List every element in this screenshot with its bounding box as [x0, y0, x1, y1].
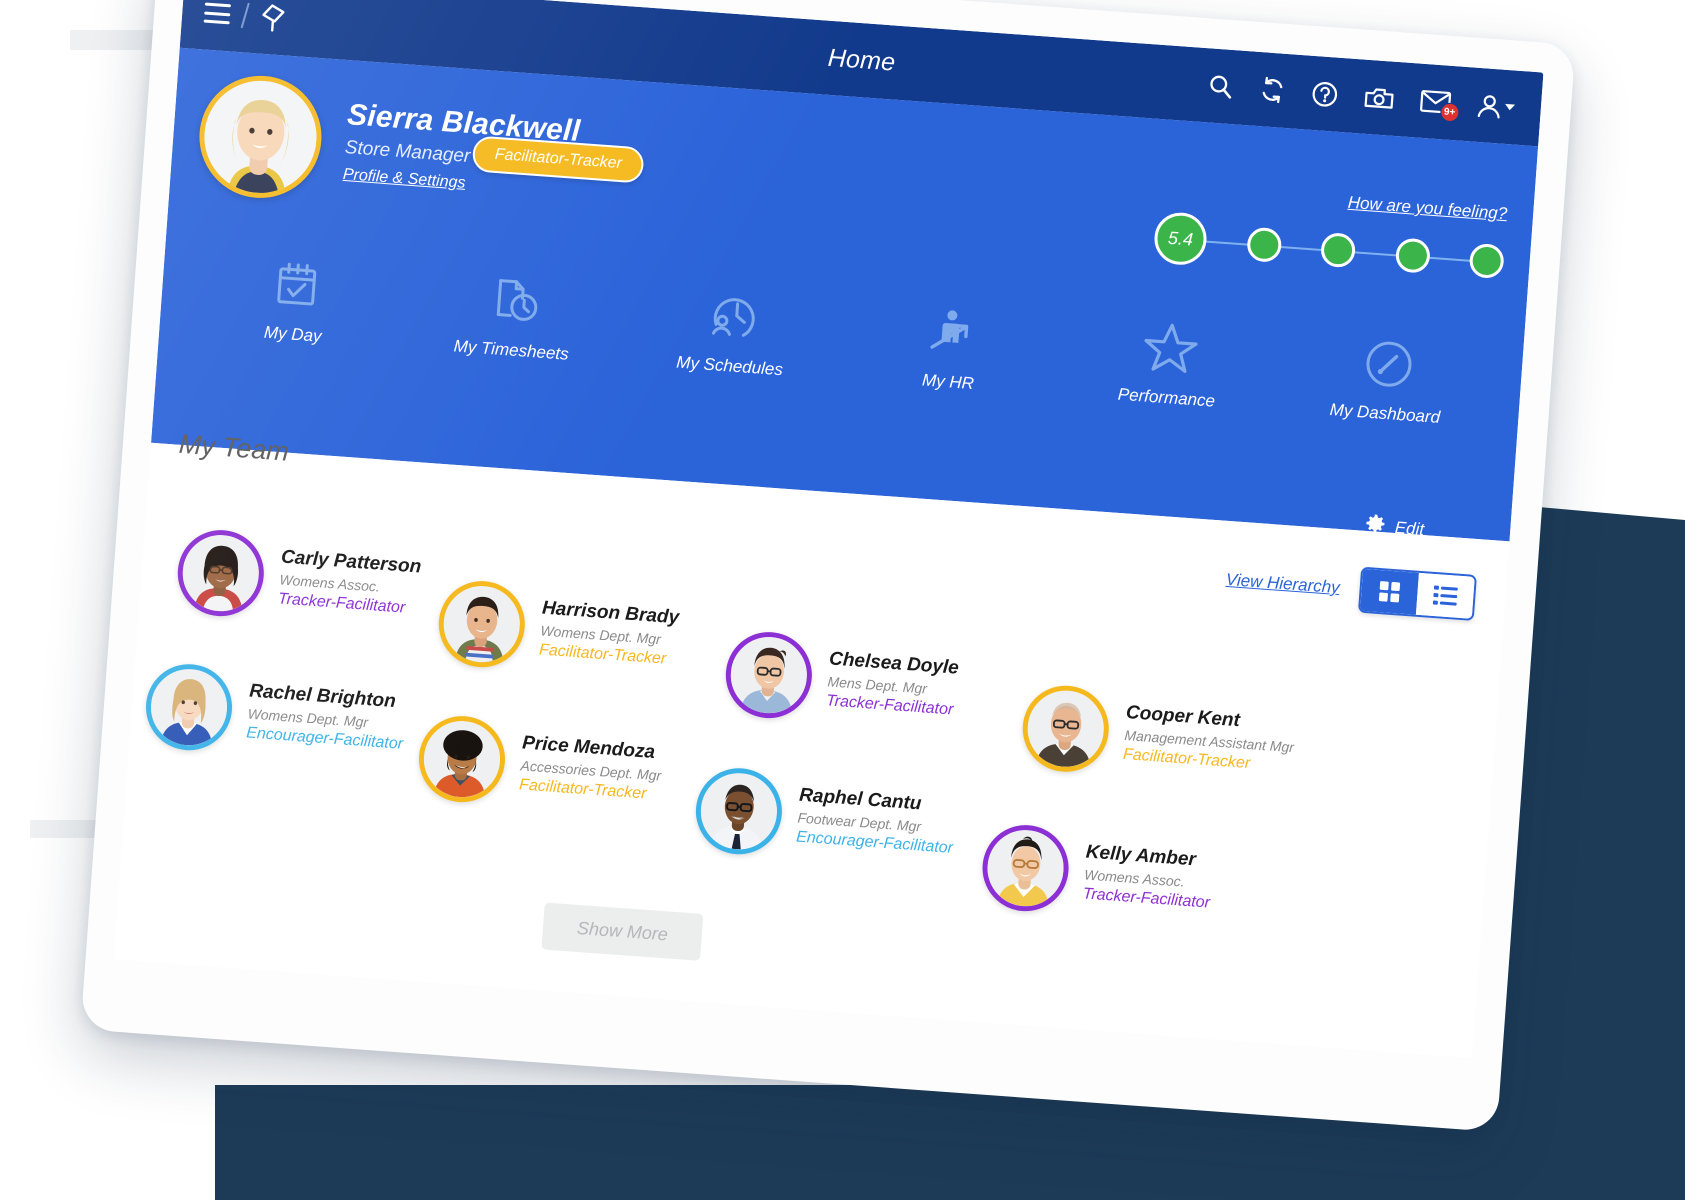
star-icon: [1140, 314, 1200, 382]
tablet-screen: Home 9+ Sierra Blackwell Store Manager P…: [113, 0, 1544, 1058]
edit-label: Edit: [1394, 517, 1425, 539]
quicknav-my-hr[interactable]: My HR: [838, 293, 1063, 401]
avatar[interactable]: [435, 578, 528, 671]
mood-dot-5[interactable]: [1468, 242, 1505, 280]
team-member-card[interactable]: Rachel Brighton Womens Dept. Mgr Encoura…: [143, 661, 408, 766]
avatar[interactable]: [174, 527, 267, 620]
show-more-button[interactable]: Show More: [541, 902, 704, 961]
quicknav-my-timesheets[interactable]: My Timesheets: [401, 261, 626, 369]
view-hierarchy-link[interactable]: View Hierarchy: [1225, 570, 1340, 598]
gear-icon: [1362, 511, 1388, 542]
mood-score-dot[interactable]: 5.4: [1152, 210, 1209, 267]
pin-icon[interactable]: [259, 2, 289, 34]
help-icon[interactable]: [1310, 79, 1339, 108]
camera-icon[interactable]: [1363, 84, 1395, 111]
profile-settings-link[interactable]: Profile & Settings: [342, 166, 466, 193]
grid-view-icon[interactable]: [1360, 568, 1419, 615]
person-arrow-up-icon: [922, 299, 980, 367]
hamburger-icon[interactable]: [203, 2, 231, 25]
quicknav-my-dashboard[interactable]: My Dashboard: [1275, 324, 1500, 432]
section-title: My Team: [177, 428, 290, 467]
team-member-card[interactable]: Kelly Amber Womens Assoc. Tracker-Facili…: [979, 822, 1215, 924]
quicknav-my-schedules[interactable]: My Schedules: [620, 277, 845, 385]
team-member-card[interactable]: Raphel Cantu Footwear Dept. Mgr Encourag…: [692, 765, 958, 870]
team-member-card[interactable]: Chelsea Doyle Mens Dept. Mgr Tracker-Fac…: [722, 629, 961, 732]
team-member-card[interactable]: Carly Patterson Womens Assoc. Tracker-Fa…: [174, 527, 423, 630]
quicknav-label: My Schedules: [675, 352, 784, 380]
chevron-down-icon[interactable]: [1504, 103, 1516, 111]
quicknav-my-day[interactable]: My Day: [183, 245, 408, 353]
mood-widget: How are you feeling? 5.4: [1152, 179, 1508, 291]
avatar[interactable]: [692, 765, 785, 858]
quicknav-label: My Dashboard: [1329, 400, 1441, 427]
mood-dot-2[interactable]: [1245, 226, 1282, 263]
team-member-card[interactable]: Cooper Kent Management Assistant Mgr Fac…: [1019, 682, 1297, 788]
gauge-icon: [1359, 330, 1417, 398]
team-member-card[interactable]: Harrison Brady Womens Dept. Mgr Facilita…: [435, 578, 681, 681]
mood-dot-3[interactable]: [1319, 231, 1357, 269]
refresh-icon[interactable]: [1259, 76, 1287, 104]
page-root: Home 9+ Sierra Blackwell Store Manager P…: [0, 0, 1685, 1200]
team-member-card[interactable]: Price Mendoza Accessories Dept. Mgr Faci…: [415, 713, 664, 816]
tablet-device: Home 9+ Sierra Blackwell Store Manager P…: [80, 0, 1576, 1132]
user-account-icon[interactable]: [1476, 92, 1516, 120]
quicknav-label: My Timesheets: [453, 336, 570, 364]
search-icon[interactable]: [1207, 72, 1235, 100]
top-bar-actions: 9+: [1207, 72, 1542, 123]
mail-icon[interactable]: 9+: [1419, 89, 1461, 123]
edit-button[interactable]: Edit: [1362, 511, 1425, 544]
avatar[interactable]: [143, 661, 236, 754]
quicknav-label: My HR: [921, 370, 975, 394]
my-team-panel: My Team Edit View Hierarchy Carly Patter…: [113, 429, 1510, 1058]
quicknav-label: Performance: [1117, 384, 1216, 411]
avatar[interactable]: [1019, 682, 1112, 775]
avatar[interactable]: [722, 629, 815, 722]
avatar[interactable]: [415, 713, 508, 806]
list-view-icon[interactable]: [1415, 572, 1475, 619]
timesheet-clock-icon: [486, 267, 544, 335]
mood-dot-4[interactable]: [1394, 237, 1431, 274]
calendar-check-icon: [268, 251, 324, 319]
person-clock-icon: [704, 283, 762, 351]
quicknav-label: My Day: [263, 322, 323, 346]
avatar[interactable]: [979, 822, 1072, 915]
avatar[interactable]: [195, 71, 326, 203]
toolbar-divider: [240, 2, 250, 29]
quicknav-performance[interactable]: Performance: [1057, 308, 1282, 416]
mail-badge-count: 9+: [1439, 102, 1461, 123]
